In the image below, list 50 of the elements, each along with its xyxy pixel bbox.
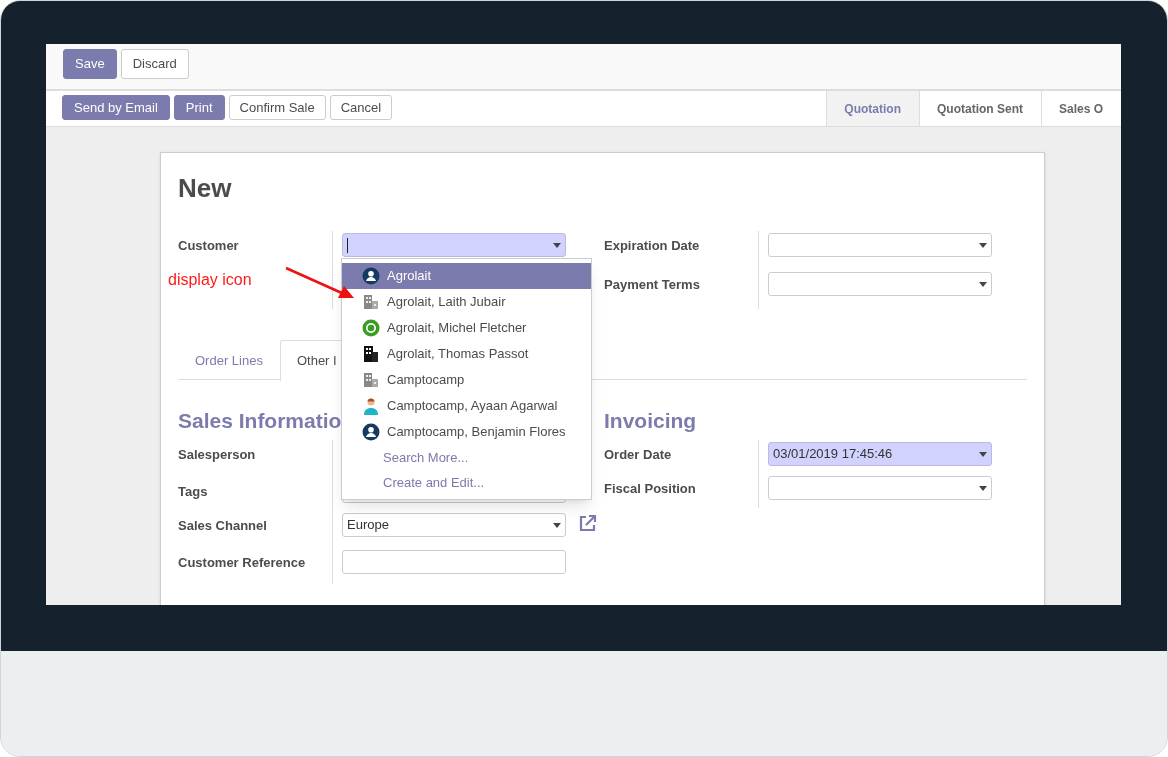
input-field[interactable] [342,233,566,257]
building-icon [362,345,380,363]
action-button[interactable]: Confirm Sale [228,95,326,120]
building-icon [362,293,380,311]
dropdown-item[interactable]: Camptocamp, Ayaan Agarwal [342,393,591,419]
caret-icon [979,451,987,457]
field-label: Customer [178,238,239,253]
dropdown-item[interactable]: Agrolait [342,263,591,289]
section-title: Invoicing [604,408,697,434]
field-label: Fiscal Position [604,481,696,496]
input-field[interactable] [768,272,992,296]
caret-icon [553,522,561,528]
annotation-arrow [285,266,354,298]
field-label: Order Date [604,447,672,462]
caret-icon [979,485,987,491]
status-step[interactable]: Quotation [826,91,919,126]
text-cursor [347,237,348,253]
dropdown-link[interactable]: Search More... [342,445,469,470]
input-field[interactable] [768,476,992,500]
field-label: Customer Reference [178,555,306,570]
field-label: Salesperson [178,447,256,462]
dropdown-item[interactable]: Camptocamp, Benjamin Flores [342,419,591,445]
input-field[interactable]: 03/01/2019 17:45:46 [768,442,992,466]
input-field[interactable] [768,233,992,257]
toolbar-button[interactable]: Discard [120,49,189,79]
dropdown-item[interactable]: Agrolait, Laith Jubair [342,289,591,315]
field-label: Tags [178,484,208,499]
dropdown-link[interactable]: Create and Edit... [342,470,485,495]
external-link-icon[interactable] [578,514,598,533]
action-button[interactable]: Cancel [329,95,393,120]
section-title: Sales Informatio [178,408,342,434]
building-icon [362,371,380,389]
user-avatar-icon [362,423,380,441]
person-icon [362,397,380,415]
action-button[interactable]: Print [173,95,225,120]
caret-icon [979,242,987,248]
field-label: Expiration Date [604,238,700,253]
user-avatar-icon [362,267,380,285]
record-title: New [178,172,233,205]
input-field[interactable]: Europe [342,513,566,537]
input-field[interactable] [342,550,566,574]
field-label: Sales Channel [178,518,267,533]
caret-icon [979,281,987,287]
toolbar-button[interactable]: Save [63,49,117,79]
caret-icon [553,242,561,248]
annotation-label: display icon [168,270,252,290]
dropdown-item[interactable]: Agrolait, Michel Fletcher [342,315,591,341]
form-tab[interactable]: Order Lines [178,340,280,381]
field-label: Payment Terms [604,277,700,292]
action-button[interactable]: Send by Email [62,95,170,120]
